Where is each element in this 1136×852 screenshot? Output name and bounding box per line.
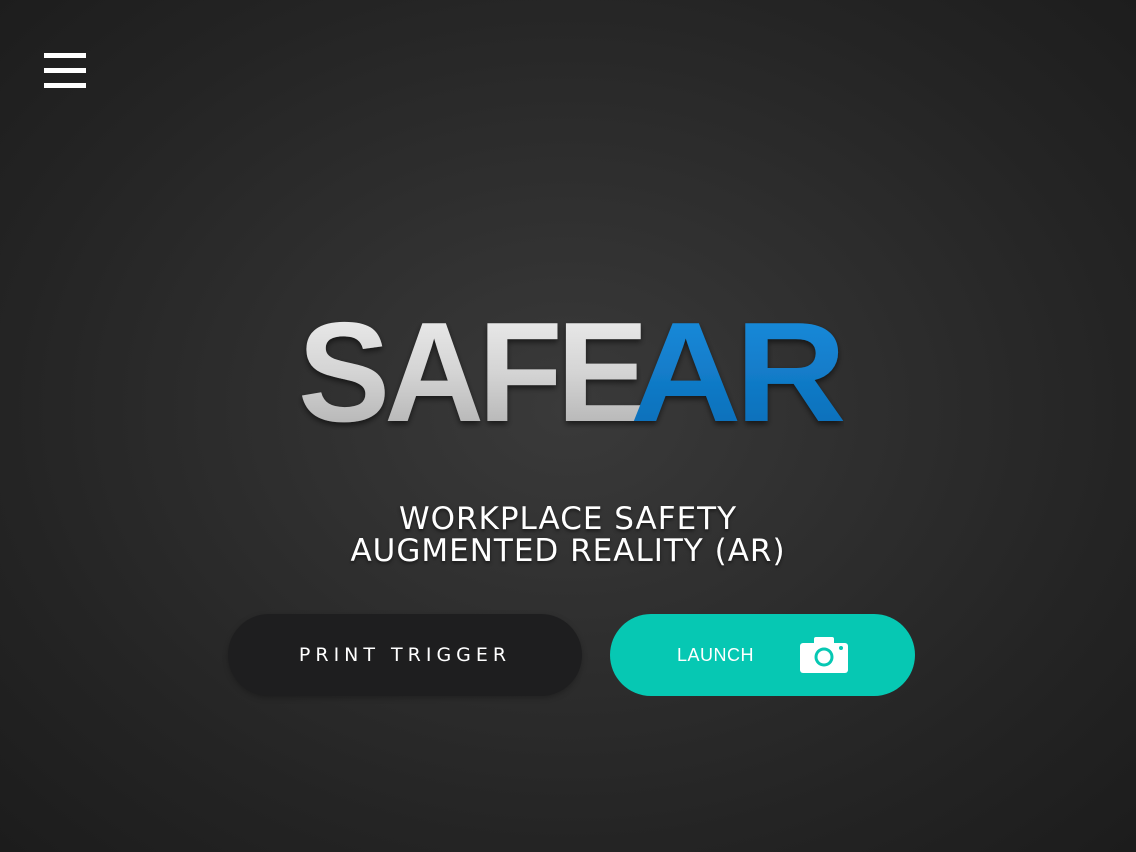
tagline-line1: WORKPLACE SAFETY <box>398 501 738 537</box>
print-trigger-label: PRINT TRIGGER <box>298 644 512 666</box>
menu-bar-middle <box>44 68 86 73</box>
launch-button[interactable]: LAUNCH <box>610 614 915 696</box>
menu-bar-top <box>44 53 86 58</box>
menu-bar-bottom <box>44 83 86 88</box>
logo-safe-text: SAFE <box>298 310 644 430</box>
hamburger-menu-icon[interactable] <box>44 53 86 89</box>
print-trigger-button[interactable]: PRINT TRIGGER <box>228 614 582 696</box>
logo-ar-text: AR <box>630 310 844 430</box>
tagline-line2: AUGMENTED REALITY (AR) <box>350 533 786 569</box>
camera-icon <box>800 637 848 673</box>
safear-logo: SAFE AR <box>298 310 844 430</box>
launch-label: LAUNCH <box>676 644 754 665</box>
